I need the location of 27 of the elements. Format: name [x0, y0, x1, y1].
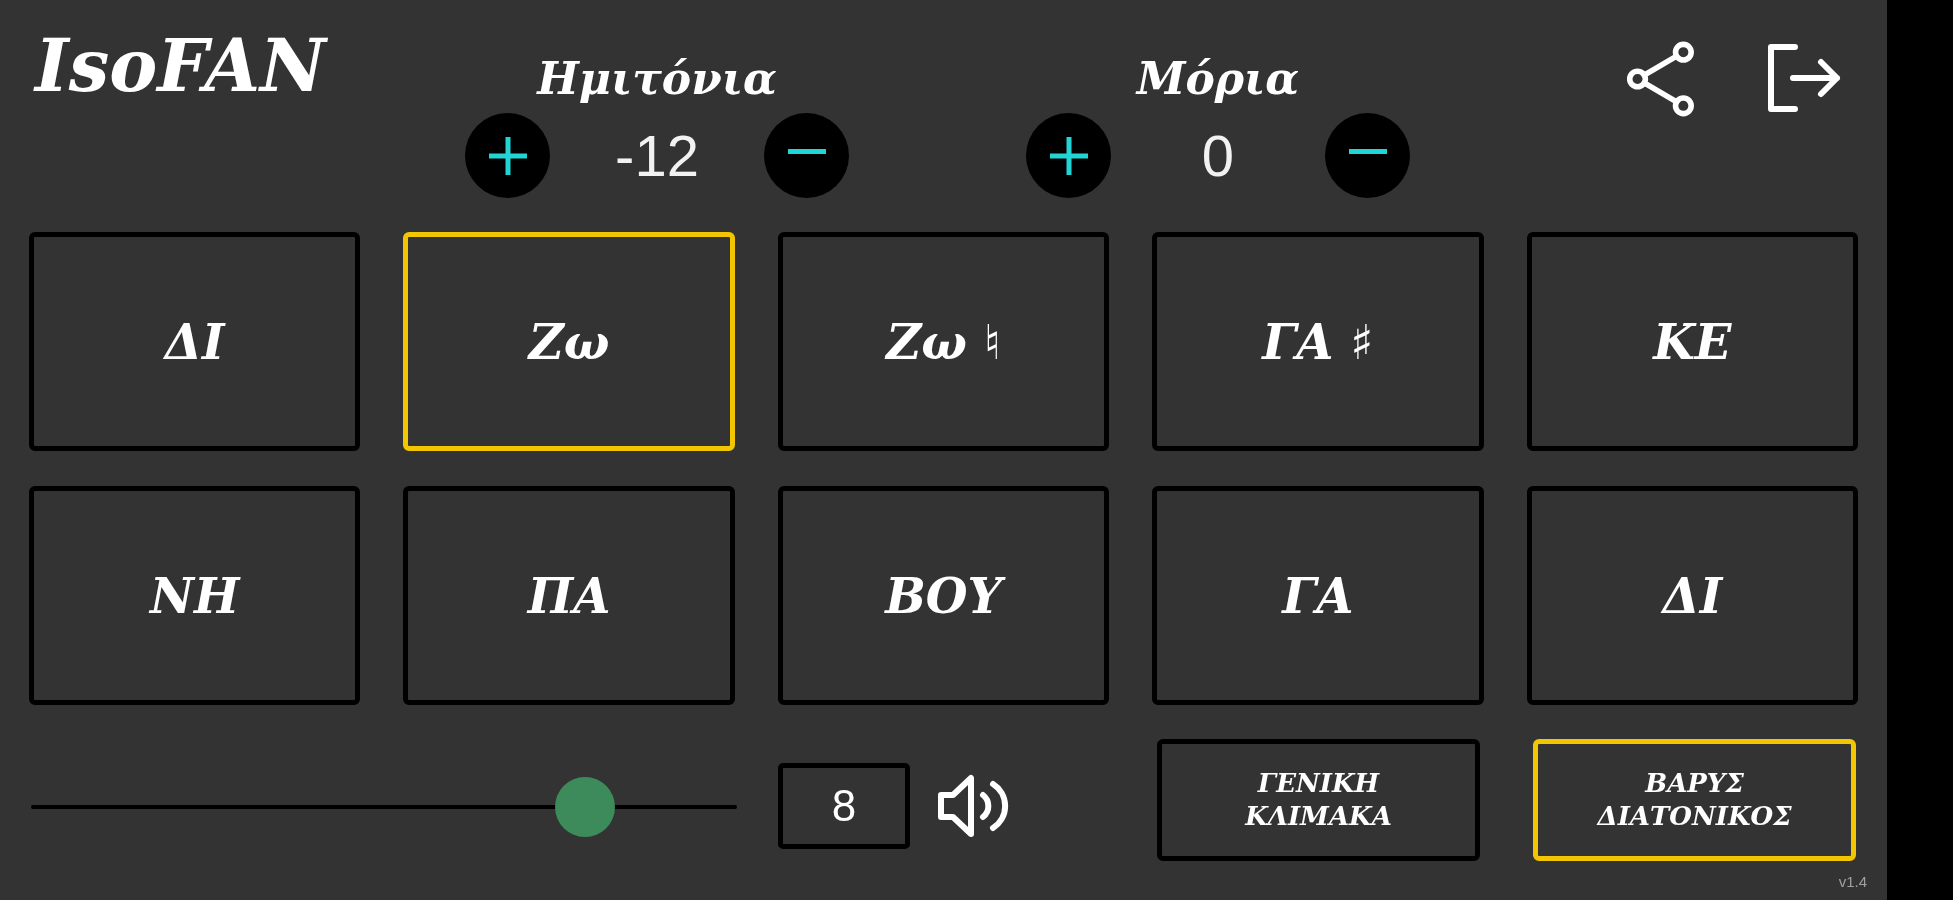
note-button[interactable]: ΓΑ [1152, 486, 1484, 705]
counter-label: Μόρια [1136, 56, 1300, 102]
plus-icon [1049, 136, 1088, 175]
minus-icon [1348, 149, 1387, 154]
counter-label: Ημιτόνια [537, 56, 777, 102]
share-icon[interactable] [1626, 41, 1696, 117]
counter-value: -12 [615, 121, 699, 190]
note-button[interactable]: Ζω ♮ [777, 232, 1110, 451]
note-button[interactable]: ΔΙ [29, 232, 361, 451]
note-button[interactable]: ΠΑ [403, 486, 735, 705]
speaker-icon[interactable] [937, 773, 1011, 839]
note-button[interactable]: ΚΕ [1526, 232, 1858, 451]
note-button[interactable]: ΝΗ [29, 486, 361, 705]
minus-icon [787, 149, 826, 154]
counter-value: 0 [1201, 121, 1235, 190]
plus-icon [488, 136, 527, 175]
logout-icon[interactable] [1765, 44, 1843, 112]
scale-button[interactable]: ΓΕΝΙΚΗ ΚΛΙΜΑΚΑ [1157, 739, 1480, 861]
app-title: IsoFAN [35, 24, 329, 108]
note-button[interactable]: Ζω [403, 232, 735, 451]
scale-button[interactable]: ΒΑΡΥΣ ΔΙΑΤΟΝΙΚΟΣ [1533, 739, 1856, 861]
volume-readout: 8 [778, 763, 910, 849]
note-button[interactable]: ΔΙ [1526, 486, 1858, 705]
volume-slider[interactable] [31, 777, 737, 837]
note-button[interactable]: ΒΟΥ [777, 486, 1110, 705]
note-button[interactable]: ΓΑ ♯ [1152, 232, 1484, 451]
version-label: v1.4 [1838, 873, 1867, 891]
